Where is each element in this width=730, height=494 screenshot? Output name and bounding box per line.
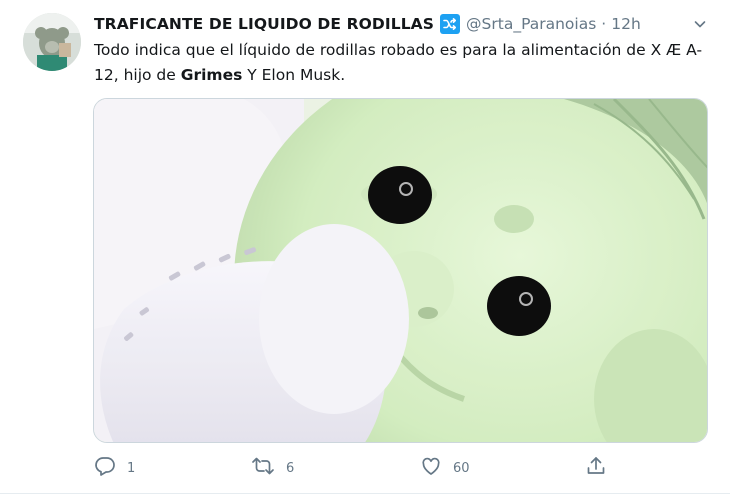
tweet-header: TRAFICANTE DE LIQUIDO DE RODILLAS @Srta_… — [94, 12, 641, 36]
timestamp[interactable]: 12h — [611, 15, 641, 33]
share-icon — [585, 455, 607, 481]
tweet-actions: 1 6 60 — [94, 456, 614, 480]
shuffle-icon — [440, 14, 461, 34]
share-button[interactable] — [585, 456, 607, 480]
retweet-icon — [251, 455, 275, 481]
reply-icon — [94, 455, 116, 481]
tweet[interactable]: TRAFICANTE DE LIQUIDO DE RODILLAS @Srta_… — [0, 0, 730, 494]
chevron-down-icon[interactable] — [688, 12, 712, 36]
user-handle[interactable]: @Srta_Paranoias — [466, 15, 596, 33]
separator-dot: · — [601, 15, 607, 33]
tweet-text-bold: Grimes — [180, 66, 243, 84]
like-icon — [420, 455, 442, 481]
tweet-text-part2: Y Elon Musk. — [242, 66, 346, 84]
like-count: 60 — [453, 460, 470, 476]
tweet-media[interactable] — [93, 98, 708, 443]
retweet-count: 6 — [286, 460, 295, 476]
reply-button[interactable]: 1 — [94, 456, 135, 480]
display-name[interactable]: TRAFICANTE DE LIQUIDO DE RODILLAS — [94, 15, 434, 33]
like-button[interactable]: 60 — [420, 456, 470, 480]
reply-count: 1 — [127, 460, 136, 476]
avatar[interactable] — [23, 13, 81, 71]
media-image — [94, 99, 707, 442]
tweet-text: Todo indica que el líquido de rodillas r… — [94, 38, 714, 88]
retweet-button[interactable]: 6 — [251, 456, 294, 480]
